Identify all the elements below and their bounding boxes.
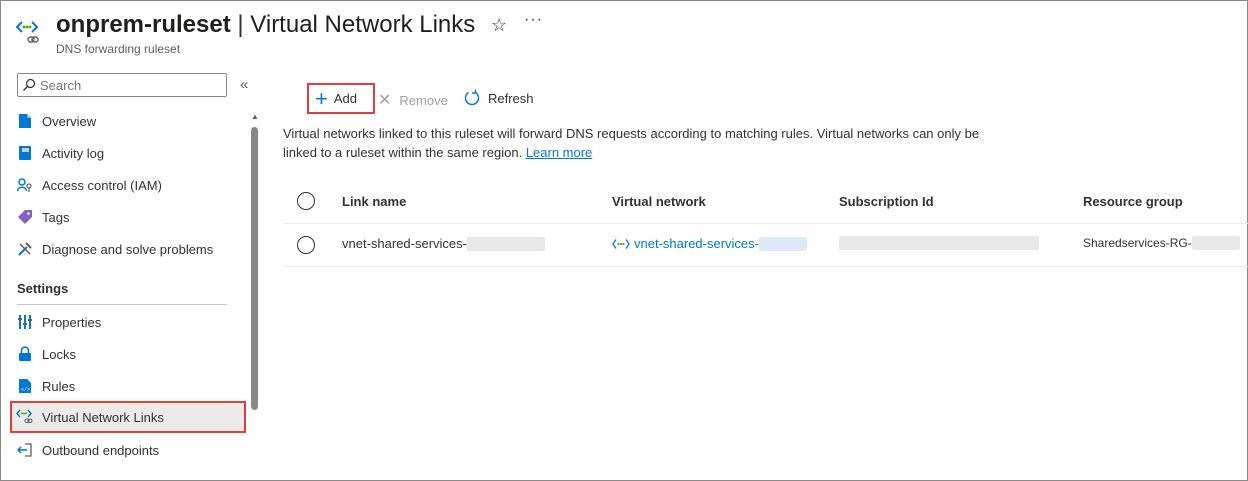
row-select-radio[interactable] <box>297 236 315 254</box>
cell-link-name[interactable]: vnet-shared-services- <box>342 236 545 251</box>
dns-ruleset-icon <box>15 18 46 48</box>
column-header-subscription-id[interactable]: Subscription Id <box>839 194 934 209</box>
page-name: Virtual Network Links <box>250 11 476 38</box>
sidebar-item-tags[interactable]: Tags <box>10 201 246 233</box>
scroll-up-arrow-icon[interactable]: ▲ <box>251 112 259 121</box>
learn-more-link[interactable]: Learn more <box>526 145 592 160</box>
sidebar-item-label: Virtual Network Links <box>42 409 164 425</box>
sidebar-item-activity-log[interactable]: Activity log <box>10 137 246 169</box>
lock-icon <box>15 344 35 364</box>
favorite-star-icon[interactable]: ☆ <box>491 15 507 36</box>
sidebar-item-label: Access control (IAM) <box>42 177 162 193</box>
cell-resource-group: Sharedservices-RG- <box>1083 236 1240 250</box>
search-input[interactable] <box>40 77 220 93</box>
column-header-resource-group[interactable]: Resource group <box>1083 194 1183 209</box>
virtual-network-link[interactable]: vnet-shared-services- <box>634 236 759 251</box>
resource-group-text: Sharedservices-RG- <box>1083 236 1192 250</box>
redacted-block <box>1191 236 1240 250</box>
redacted-block <box>467 236 545 251</box>
page-title: onprem-ruleset | Virtual Network Links <box>56 11 475 39</box>
diagnose-icon <box>15 239 35 259</box>
remove-button[interactable]: ✕ Remove <box>378 90 448 110</box>
cell-virtual-network[interactable]: vnet-shared-services- <box>612 236 807 251</box>
refresh-label: Refresh <box>488 90 534 106</box>
sidebar-item-overview[interactable]: Overview <box>10 105 246 137</box>
redacted-block <box>839 236 1039 250</box>
more-options-icon[interactable]: ··· <box>524 11 543 29</box>
search-icon <box>18 74 40 96</box>
sidebar-item-virtual-network-links[interactable]: Virtual Network Links <box>10 401 246 433</box>
add-label: Add <box>333 91 357 106</box>
refresh-button[interactable]: Refresh <box>463 89 534 107</box>
settings-divider <box>17 304 227 305</box>
sidebar-item-properties[interactable]: Properties <box>10 306 246 338</box>
select-all-radio[interactable] <box>297 192 315 210</box>
iam-icon <box>15 175 35 195</box>
sidebar-item-rules[interactable]: </> Rules <box>10 370 246 402</box>
sidebar-item-diagnose[interactable]: Diagnose and solve problems <box>10 233 246 265</box>
link-name-text: vnet-shared-services- <box>342 236 467 251</box>
activity-log-icon <box>15 143 35 163</box>
sidebar-item-label: Overview <box>42 113 97 129</box>
cell-subscription-id <box>839 236 1039 250</box>
column-header-link-name[interactable]: Link name <box>342 194 406 209</box>
info-text: Virtual networks linked to this ruleset … <box>283 126 980 160</box>
info-description: Virtual networks linked to this ruleset … <box>283 125 1003 162</box>
remove-label: Remove <box>399 92 448 108</box>
virtual-network-links-icon <box>15 407 35 427</box>
resource-name: onprem-ruleset <box>56 11 231 38</box>
virtual-network-icon <box>612 238 630 250</box>
properties-icon <box>15 312 35 332</box>
plus-icon: + <box>315 85 328 111</box>
sidebar-scrollbar-thumb[interactable] <box>251 127 258 410</box>
redacted-block <box>759 236 807 251</box>
row-divider <box>283 266 1248 267</box>
sidebar-item-access-control[interactable]: Access control (IAM) <box>10 169 246 201</box>
sidebar-item-label: Diagnose and solve problems <box>42 241 214 257</box>
sidebar-item-label: Tags <box>42 209 70 225</box>
sidebar-item-label: Rules <box>42 378 76 394</box>
overview-icon <box>15 111 35 131</box>
settings-section-label: Settings <box>17 281 69 296</box>
sidebar-item-label: Activity log <box>42 145 105 161</box>
outbound-endpoints-icon <box>15 440 35 460</box>
sidebar-item-label: Outbound endpoints <box>42 442 160 458</box>
add-button[interactable]: + Add <box>307 83 375 114</box>
sidebar-search[interactable] <box>17 73 227 97</box>
sidebar-item-locks[interactable]: Locks <box>10 338 246 370</box>
sidebar-item-label: Properties <box>42 314 102 330</box>
column-header-virtual-network[interactable]: Virtual network <box>612 194 706 209</box>
header-divider <box>283 223 1248 224</box>
rules-icon: </> <box>15 376 35 396</box>
title-separator: | <box>237 11 244 38</box>
sidebar-item-outbound-endpoints[interactable]: Outbound endpoints <box>10 434 246 466</box>
collapse-sidebar-icon[interactable]: « <box>240 76 248 93</box>
sidebar-item-label: Locks <box>42 346 76 362</box>
tag-icon <box>15 207 35 227</box>
resource-type-subtitle: DNS forwarding ruleset <box>56 42 181 56</box>
refresh-icon <box>463 89 481 107</box>
close-icon: ✕ <box>378 92 392 109</box>
svg-text:</>: </> <box>21 387 30 393</box>
